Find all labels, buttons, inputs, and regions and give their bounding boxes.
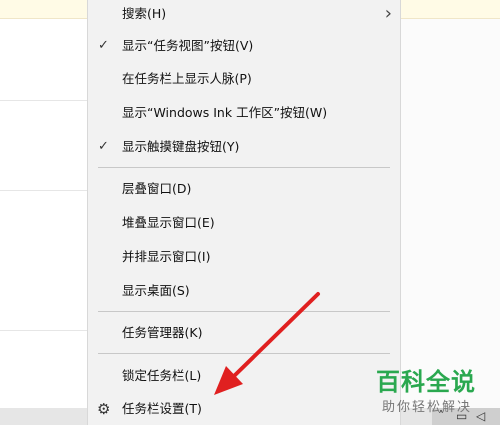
caret-up-icon[interactable]: ˄ — [438, 409, 444, 423]
background-window-left — [0, 0, 87, 425]
menu-item-taskbar-settings[interactable]: ⚙ 任务栏设置(T) — [88, 395, 400, 423]
background-header-strip — [0, 0, 87, 19]
menu-item-label: 并排显示窗口(I) — [122, 249, 211, 264]
menu-separator — [98, 311, 390, 312]
menu-item-stack-windows[interactable]: 堆叠显示窗口(E) — [88, 209, 400, 237]
menu-item-label: 锁定任务栏(L) — [122, 368, 202, 383]
menu-item-label: 在任务栏上显示人脉(P) — [122, 71, 252, 86]
menu-item-task-manager[interactable]: 任务管理器(K) — [88, 319, 400, 347]
checkmark-icon: ✓ — [98, 38, 109, 53]
menu-item-show-people[interactable]: 在任务栏上显示人脉(P) — [88, 65, 400, 93]
menu-item-label: 层叠窗口(D) — [122, 181, 192, 196]
menu-item-label: 显示“任务视图”按钮(V) — [122, 38, 254, 53]
menu-separator — [98, 167, 390, 168]
menu-item-label: 堆叠显示窗口(E) — [122, 215, 215, 230]
menu-item-show-windows-ink-button[interactable]: 显示“Windows Ink 工作区”按钮(W) — [88, 99, 400, 127]
menu-item-label: 任务栏设置(T) — [122, 401, 202, 416]
menu-item-label: 显示桌面(S) — [122, 283, 190, 298]
menu-item-label: 搜索(H) — [122, 6, 167, 21]
menu-item-lock-taskbar[interactable]: 锁定任务栏(L) — [88, 362, 400, 390]
menu-item-label: 显示触摸键盘按钮(Y) — [122, 139, 240, 154]
watermark-title: 百科全说 — [376, 368, 476, 396]
background-divider — [0, 100, 87, 101]
menu-item-search[interactable]: 搜索(H) › — [88, 0, 400, 28]
menu-separator — [98, 353, 390, 354]
menu-item-label: 显示“Windows Ink 工作区”按钮(W) — [122, 105, 328, 120]
menu-item-show-touch-keyboard-button[interactable]: ✓ 显示触摸键盘按钮(Y) — [88, 133, 400, 161]
gear-icon: ⚙ — [97, 400, 111, 418]
menu-item-side-by-side-windows[interactable]: 并排显示窗口(I) — [88, 243, 400, 271]
network-icon[interactable]: ▭ — [456, 409, 467, 423]
menu-item-label: 任务管理器(K) — [122, 325, 203, 340]
menu-item-cascade-windows[interactable]: 层叠窗口(D) — [88, 175, 400, 203]
background-divider — [0, 330, 87, 331]
chevron-right-icon: › — [384, 3, 392, 24]
background-divider — [0, 190, 87, 191]
checkmark-icon: ✓ — [98, 139, 109, 154]
background-header-strip-right — [401, 0, 500, 19]
menu-item-show-desktop[interactable]: 显示桌面(S) — [88, 277, 400, 305]
taskbar-context-menu: 搜索(H) › ✓ 显示“任务视图”按钮(V) 在任务栏上显示人脉(P) 显示“… — [87, 0, 401, 425]
menu-item-show-task-view-button[interactable]: ✓ 显示“任务视图”按钮(V) — [88, 32, 400, 60]
volume-icon[interactable]: ◁ — [476, 409, 485, 423]
